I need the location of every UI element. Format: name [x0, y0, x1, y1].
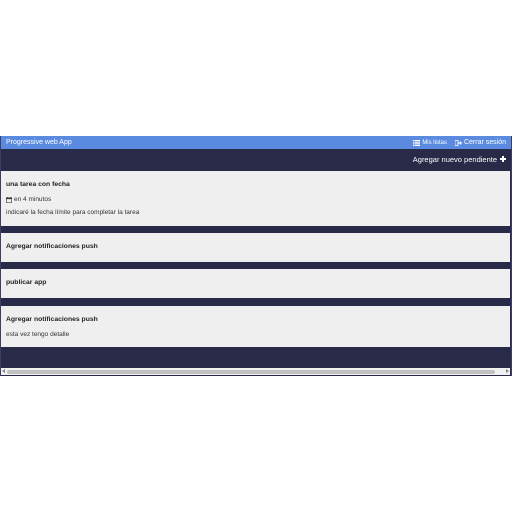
logout-label: Cerrar sesión	[463, 139, 506, 146]
task-title: Agregar notificaciones push	[6, 243, 98, 250]
add-task-button[interactable]: Agregar nuevo pendiente	[413, 155, 506, 164]
calendar-icon	[6, 196, 12, 203]
plus-icon	[500, 156, 506, 162]
task-due-text: en 4 minutos	[14, 196, 52, 203]
scroll-right-icon[interactable]	[506, 369, 509, 373]
task-card[interactable]: Agregar notificaciones push esta vez ten…	[1, 306, 510, 347]
my-lists-label: Mis listas	[422, 139, 447, 146]
brand-title[interactable]: Progressive web App	[6, 139, 72, 146]
task-card[interactable]: publicar app	[1, 269, 510, 298]
scrollbar-thumb[interactable]	[7, 369, 495, 374]
logout-link[interactable]: Cerrar sesión	[454, 139, 506, 146]
task-detail: indicaré la fecha límite para completar …	[6, 209, 140, 216]
scroll-left-icon[interactable]	[2, 369, 5, 373]
horizontal-scrollbar[interactable]	[1, 368, 510, 375]
nav-links: Mis listas Cerrar sesión	[413, 139, 506, 146]
task-title: publicar app	[6, 279, 47, 286]
task-due: en 4 minutos	[6, 196, 51, 203]
task-title: una tarea con fecha	[6, 181, 70, 188]
navbar: Progressive web App Mis listas Cerrar se…	[1, 136, 511, 149]
task-detail: esta vez tengo detalle	[6, 331, 70, 338]
my-lists-link[interactable]: Mis listas	[413, 139, 447, 146]
add-task-label: Agregar nuevo pendiente	[412, 154, 497, 164]
sign-out-icon	[454, 139, 462, 146]
toolbar: Agregar nuevo pendiente	[1, 149, 511, 169]
task-card[interactable]: Agregar notificaciones push	[1, 233, 510, 262]
task-title: Agregar notificaciones push	[6, 316, 98, 323]
list-icon	[413, 139, 421, 146]
task-card[interactable]: una tarea con fecha en 4 minutos indicar…	[1, 171, 510, 226]
